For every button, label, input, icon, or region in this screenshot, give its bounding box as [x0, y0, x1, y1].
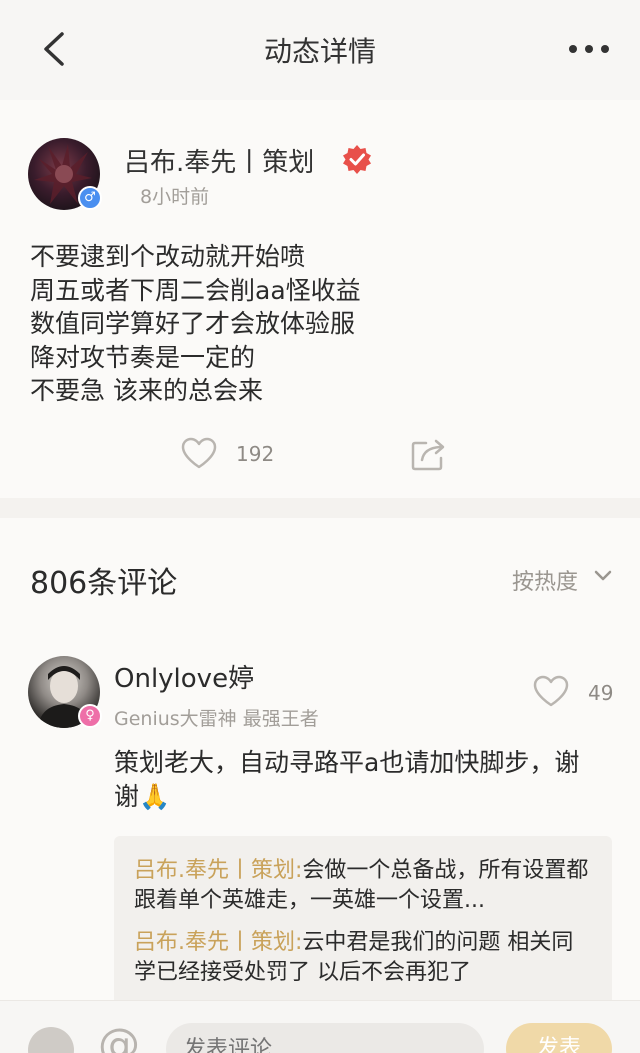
reply-item: 吕布.奉先丨策划:会做一个总备战，所有设置都跟着单个英雄走，一英雄一个设置...: [134, 856, 592, 916]
post-card: ♂ 吕布.奉先丨策划 8小时前 不要逮到个改动就开始喷 周五或者下周二会削aa怪…: [0, 100, 640, 498]
post-line: 数值同学算好了才会放体验服: [30, 309, 356, 338]
male-gender-icon: ♂: [78, 186, 102, 210]
sort-dropdown[interactable]: 按热度: [512, 564, 578, 596]
female-gender-icon: ♀: [78, 704, 102, 728]
commenter-tag: Genius大雷神 最强王者: [114, 708, 319, 730]
comment-input[interactable]: [166, 1023, 484, 1053]
post-time: 8小时前: [140, 186, 210, 208]
comments-count: 806条评论: [30, 566, 178, 601]
post-line: 降对攻节奏是一定的: [30, 342, 256, 372]
mention-icon[interactable]: @: [98, 1019, 140, 1053]
post-line: 不要逮到个改动就开始喷: [30, 242, 306, 271]
replies-box[interactable]: 吕布.奉先丨策划:会做一个总备战，所有设置都跟着单个英雄走，一英雄一个设置...…: [114, 836, 612, 1016]
more-options-icon[interactable]: [568, 40, 610, 58]
bottom-input-bar: @ 发表: [0, 1000, 640, 1053]
comment-body: 策划老大，自动寻路平a也请加快脚步，谢谢: [114, 748, 580, 811]
share-icon[interactable]: [410, 436, 448, 472]
commenter-name[interactable]: Onlylove婷: [114, 658, 254, 695]
emoji-icon[interactable]: [28, 1027, 74, 1053]
praying-hands-icon: 🙏: [139, 782, 171, 811]
author-name[interactable]: 吕布.奉先丨策划: [124, 142, 314, 179]
post-line: 周五或者下周二会削aa怪收益: [30, 275, 361, 305]
reply-author[interactable]: 吕布.奉先丨策划:: [134, 930, 302, 955]
heart-icon[interactable]: [532, 674, 570, 708]
comments-section: 806条评论 按热度 ♀ Onlylove婷 Genius大雷神 最强王者 49…: [0, 518, 640, 1053]
post-content: 不要逮到个改动就开始喷 周五或者下周二会削aa怪收益 数值同学算好了才会放体验服…: [30, 240, 361, 408]
post-like-count: 192: [236, 442, 275, 466]
comment-like-count: 49: [588, 681, 614, 705]
post-line: 不要急 该来的总会来: [30, 376, 263, 405]
heart-icon[interactable]: [180, 436, 218, 470]
chevron-down-icon[interactable]: [594, 570, 612, 582]
verified-badge-icon: [343, 145, 371, 174]
top-bar: 动态详情: [0, 0, 640, 100]
page-title: 动态详情: [263, 35, 376, 68]
reply-item: 吕布.奉先丨策划:云中君是我们的问题 相关同学已经接受处罚了 以后不会再犯了: [134, 928, 592, 988]
reply-author[interactable]: 吕布.奉先丨策划:: [134, 858, 302, 883]
comment-text: 策划老大，自动寻路平a也请加快脚步，谢谢🙏: [114, 746, 604, 814]
send-button[interactable]: 发表: [506, 1023, 612, 1053]
